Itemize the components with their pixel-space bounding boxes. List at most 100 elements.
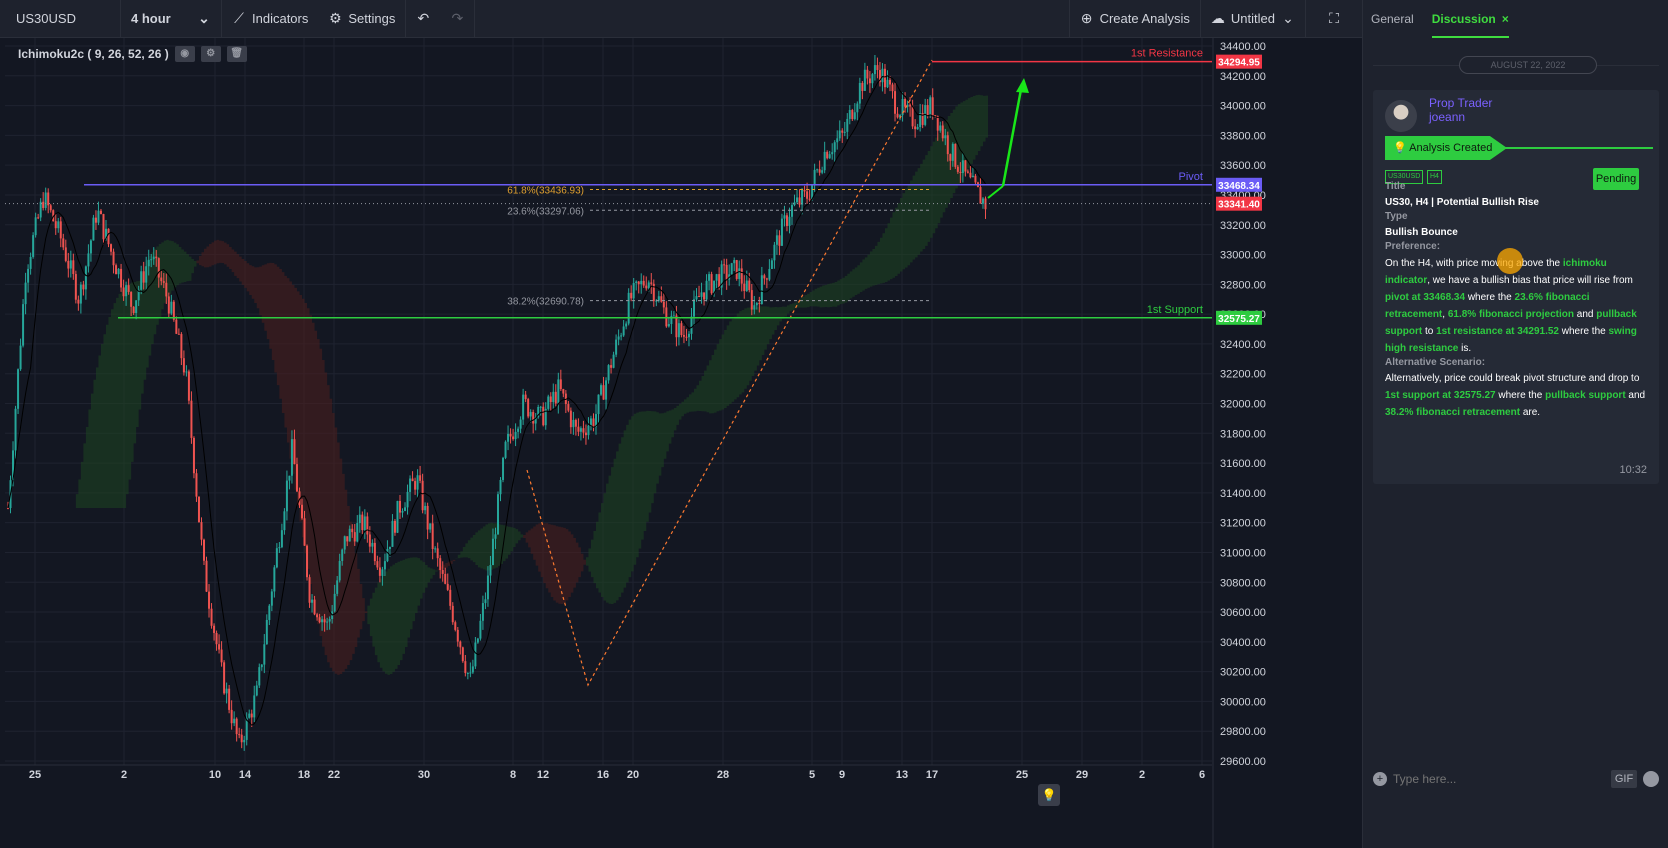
candle-body <box>316 614 319 618</box>
candle-body <box>630 292 633 299</box>
candle-body <box>197 496 200 523</box>
trash-icon[interactable]: 🗑 <box>226 46 247 62</box>
candle-body <box>863 69 866 91</box>
candle-body <box>610 365 613 368</box>
candle-body <box>549 396 552 403</box>
candle-body <box>459 641 462 648</box>
y-tick-label: 30600.00 <box>1220 607 1266 619</box>
candle-body <box>356 523 359 542</box>
price-chart[interactable]: 34400.00 34200.00 34000.00 33800.00 33600.00… <box>0 38 1362 848</box>
candle-body <box>147 259 150 267</box>
plus-icon[interactable]: + <box>1373 772 1387 786</box>
candle-body <box>841 130 844 133</box>
candle-body <box>491 538 494 566</box>
close-icon[interactable]: × <box>1502 12 1509 26</box>
settings-button[interactable]: ⚙ Settings <box>318 0 405 38</box>
author-name[interactable]: joeann <box>1429 110 1465 124</box>
candle-body <box>698 296 701 298</box>
message-input[interactable] <box>1393 772 1611 786</box>
candle-body <box>778 235 781 246</box>
candle-body <box>115 265 118 275</box>
candle-body <box>836 138 839 143</box>
lightbulb-icon[interactable]: 💡 <box>1038 784 1060 806</box>
candle-body <box>409 478 412 492</box>
create-analysis-button[interactable]: ⊕ Create Analysis <box>1070 0 1200 38</box>
candle-body <box>494 534 497 539</box>
candle-body <box>710 274 713 294</box>
x-tick-label: 30 <box>418 769 430 781</box>
candle-body <box>740 268 743 284</box>
candle-body <box>481 603 484 621</box>
emoji-icon[interactable] <box>1643 771 1659 787</box>
candle-body <box>265 619 268 645</box>
candle-body <box>89 240 92 254</box>
candle-body <box>876 65 879 71</box>
candle-body <box>14 408 17 451</box>
candle-body <box>24 282 27 305</box>
interval-label: 4 hour <box>131 11 171 26</box>
candle-body <box>705 280 708 300</box>
candle-body <box>974 175 977 183</box>
candle-body <box>871 74 874 84</box>
gear-icon[interactable]: ⚙ <box>200 46 221 62</box>
candle-body <box>677 323 680 338</box>
candle-body <box>640 280 643 285</box>
candle-body <box>853 112 856 120</box>
eye-icon[interactable]: ◉ <box>174 46 195 62</box>
candle-body <box>693 299 695 317</box>
candle-body <box>253 695 256 718</box>
symbol-search[interactable]: US30USD <box>0 0 120 38</box>
candle-body <box>421 480 424 511</box>
alternative-label: Alternative Scenario: <box>1385 357 1486 368</box>
analysis-card: Prop Trader joeann 💡 Analysis Created US… <box>1373 90 1659 484</box>
candle-body <box>125 285 128 297</box>
fullscreen-button[interactable]: ⛶ <box>1306 0 1362 38</box>
status-badge: Pending <box>1593 168 1639 190</box>
candle-body <box>285 480 288 512</box>
candle-body <box>27 268 30 283</box>
candle-body <box>29 256 32 269</box>
candle-body <box>539 406 542 408</box>
candle-body <box>479 620 482 639</box>
x-tick-label: 29 <box>1076 769 1088 781</box>
candle-body <box>386 548 389 562</box>
banner-label: Analysis Created <box>1409 142 1493 154</box>
tab-general[interactable]: General <box>1371 0 1414 38</box>
candle-body <box>934 115 937 117</box>
candle-body <box>703 292 706 300</box>
analysis-title: US30, H4 | Potential Bullish Rise <box>1385 197 1539 208</box>
candle-body <box>572 419 575 428</box>
candle-body <box>192 437 195 474</box>
indicators-button[interactable]: ⟋ Indicators <box>222 0 318 38</box>
candle-body <box>361 514 364 531</box>
tab-discussion[interactable]: Discussion × <box>1431 0 1509 38</box>
candle-body <box>909 104 912 107</box>
candle-body <box>343 536 346 550</box>
y-tick-label: 34000.00 <box>1220 101 1266 113</box>
candle-body <box>657 296 660 301</box>
interval-dropdown[interactable]: 4 hour ⌄ <box>121 0 221 38</box>
candle-body <box>542 406 545 426</box>
undo-button[interactable]: ↶ <box>406 0 440 38</box>
candle-body <box>750 290 753 310</box>
candle-body <box>132 306 135 313</box>
gif-button[interactable]: GIF <box>1611 770 1637 788</box>
candle-body <box>622 326 625 336</box>
candle-body <box>295 464 298 492</box>
candle-body <box>203 539 205 561</box>
candle-body <box>436 548 439 559</box>
text-part: are. <box>1520 407 1541 418</box>
ichimoku-cloud-bullish <box>8 94 988 675</box>
alternative-text: Alternatively, price could break pivot s… <box>1385 370 1651 421</box>
fibonacci-label: 38.2%(32690.78) <box>507 297 584 308</box>
redo-button[interactable]: ↷ <box>440 0 474 38</box>
layout-dropdown[interactable]: ☁ Untitled ⌄ <box>1201 0 1305 38</box>
author-role[interactable]: Prop Trader <box>1429 96 1492 110</box>
chart-canvas[interactable]: 34400.00 34200.00 34000.00 33800.00 33600.00… <box>0 38 1362 848</box>
y-tick-label: 32800.00 <box>1220 279 1266 291</box>
candle-body <box>454 622 457 630</box>
y-tick-label: 30200.00 <box>1220 667 1266 679</box>
candle-body <box>94 217 97 223</box>
level-price-label: 32575.27 <box>1218 314 1260 325</box>
highlight: pivot at 33468.34 <box>1385 292 1466 303</box>
